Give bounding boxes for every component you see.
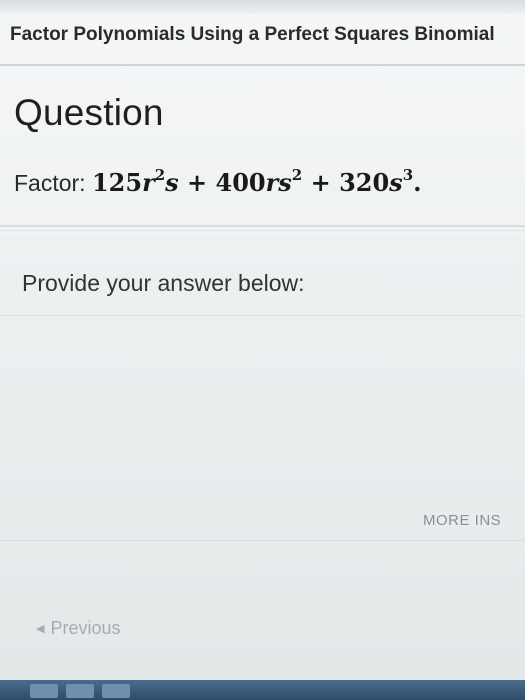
term3-coefficient: 320: [339, 168, 390, 197]
polynomial-expression: 125r2s + 400rs2 + 320s3.: [91, 166, 422, 197]
previous-label: Previous: [50, 618, 121, 638]
term2-variable-r: r: [265, 168, 279, 197]
chevron-left-icon: ◀: [36, 623, 45, 635]
term3-variable-s: s: [389, 168, 403, 197]
expression-period: .: [413, 168, 422, 197]
divider: [0, 230, 525, 231]
taskbar-button[interactable]: [30, 684, 58, 698]
term2-variable-s: s: [278, 168, 292, 197]
term1-variable-r: r: [142, 168, 155, 197]
plus-operator: +: [310, 168, 331, 197]
divider: [0, 540, 525, 541]
taskbar-button[interactable]: [102, 684, 130, 698]
module-title: Factor Polynomials Using a Perfect Squar…: [10, 24, 495, 45]
top-band: [0, 0, 525, 14]
divider: [0, 315, 525, 316]
question-page: Factor Polynomials Using a Perfect Squar…: [0, 0, 525, 700]
divider: [0, 225, 525, 227]
term1-variable-s: s: [165, 168, 179, 197]
divider: [0, 64, 525, 66]
taskbar-button[interactable]: [66, 684, 94, 698]
term2-exponent: 2: [291, 166, 303, 184]
term2-coefficient: 400: [215, 168, 266, 197]
plus-operator: +: [187, 168, 208, 197]
previous-button[interactable]: ◀ Previous: [36, 618, 121, 639]
term1-coefficient: 125: [91, 168, 143, 197]
prompt-label: Factor:: [14, 170, 86, 196]
more-instructions-button[interactable]: MORE INS: [423, 512, 501, 529]
term3-exponent: 3: [402, 166, 414, 184]
term1-exponent: 2: [154, 166, 166, 184]
answer-label: Provide your answer below:: [22, 270, 305, 296]
question-heading: Question: [14, 92, 164, 133]
question-prompt: Factor: 125r2s + 400rs2 + 320s3.: [14, 166, 422, 197]
